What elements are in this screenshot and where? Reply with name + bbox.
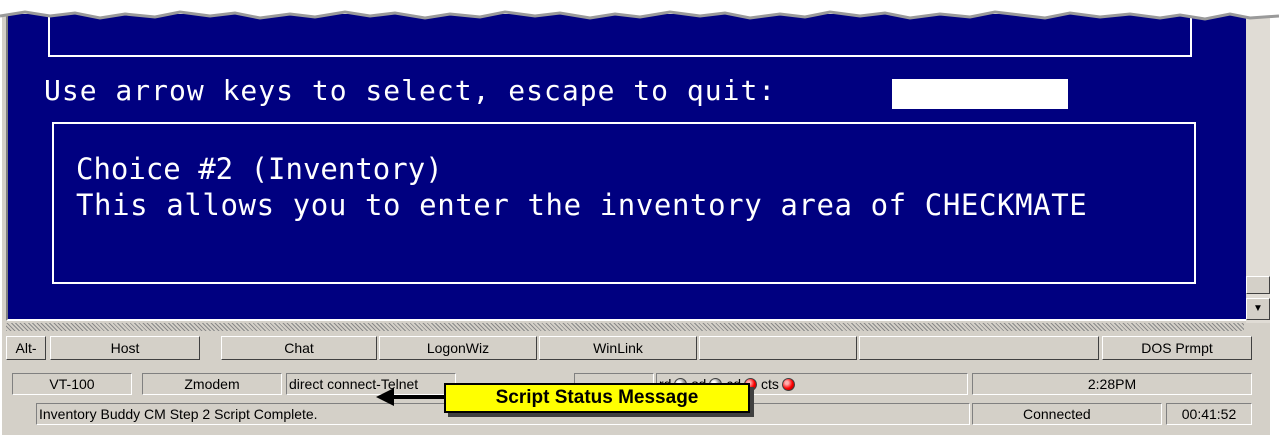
choice-description: This allows you to enter the inventory a…	[76, 188, 1088, 222]
cts-label: cts	[761, 376, 779, 392]
script-status-callout: Script Status Message	[444, 383, 750, 413]
clock-status: 2:28PM	[972, 373, 1252, 395]
connection-status: Connected	[972, 403, 1162, 425]
script-status-text: Inventory Buddy CM Step 2 Script Complet…	[39, 406, 318, 422]
host-button[interactable]: Host	[50, 336, 200, 360]
splitter-grip[interactable]	[6, 323, 1244, 331]
protocol-status[interactable]: Zmodem	[142, 373, 282, 395]
cts-indicator-icon	[781, 377, 795, 391]
alt-button[interactable]: Alt-	[6, 336, 46, 360]
winlink-button[interactable]: WinLink	[539, 336, 697, 360]
elapsed-time-status: 00:41:52	[1166, 403, 1252, 425]
scroll-down-button[interactable]: ▼	[1246, 298, 1270, 320]
emulation-status[interactable]: VT-100	[12, 373, 132, 395]
prompt-text: Use arrow keys to select, escape to quit…	[44, 74, 777, 107]
toolbar-blank-button-2[interactable]	[859, 336, 1099, 360]
toolbar-blank-button-1[interactable]	[699, 336, 857, 360]
terminal-window: Use arrow keys to select, escape to quit…	[2, 9, 1270, 435]
torn-edge	[0, 0, 1279, 21]
logonwiz-button[interactable]: LogonWiz	[379, 336, 537, 360]
vertical-scrollbar[interactable]: ▼	[1246, 14, 1270, 323]
selection-highlight	[892, 79, 1068, 109]
dos-prompt-button[interactable]: DOS Prmpt	[1102, 336, 1252, 360]
choice-description-box: Choice #2 (Inventory) This allows you to…	[52, 122, 1196, 284]
scroll-thumb[interactable]	[1246, 276, 1270, 294]
terminal-screen[interactable]: Use arrow keys to select, escape to quit…	[6, 9, 1246, 321]
choice-title: Choice #2 (Inventory)	[76, 152, 443, 186]
chat-button[interactable]: Chat	[221, 336, 377, 360]
